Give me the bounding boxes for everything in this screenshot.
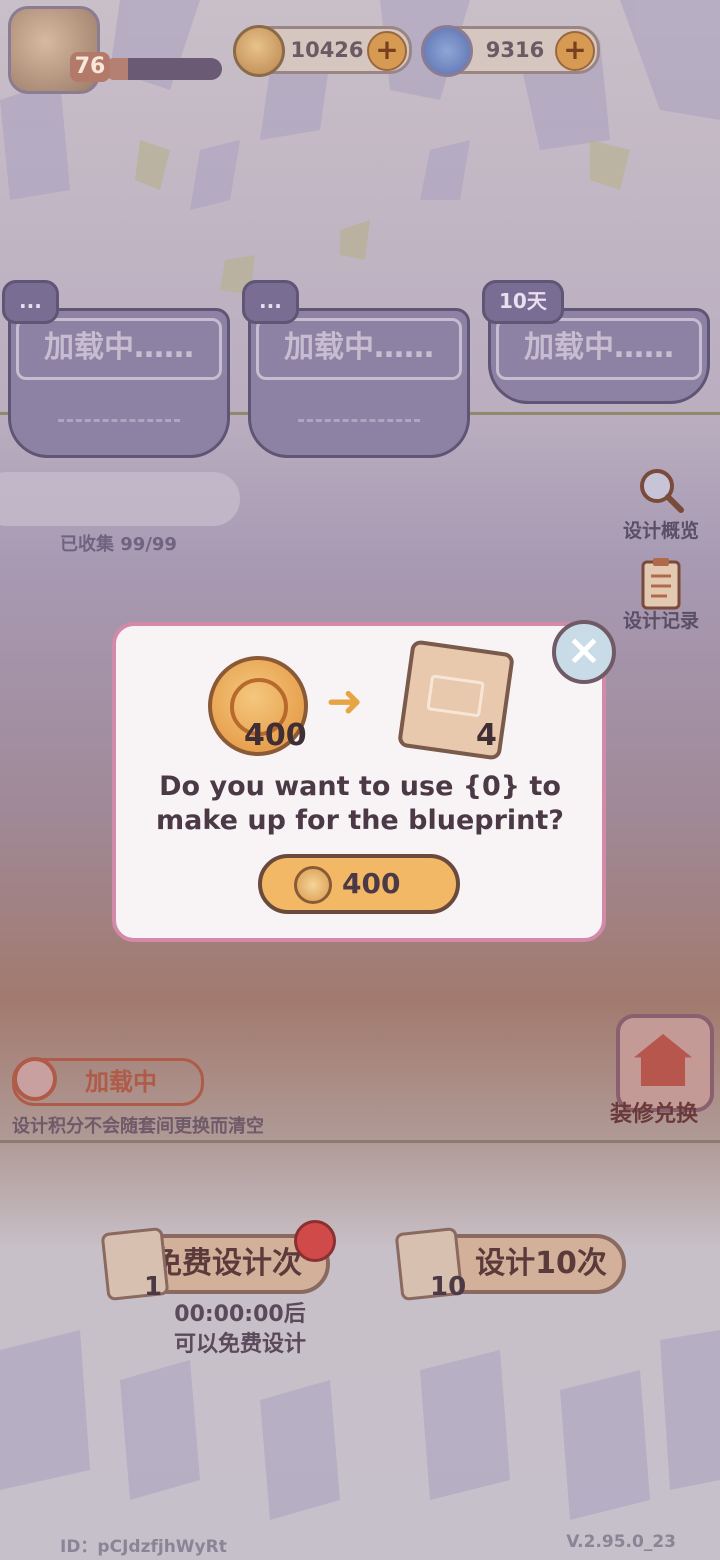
design-overview-label: 设计概览 [622, 520, 699, 542]
shelf-line [0, 1140, 720, 1143]
loading-label: 加载中 [85, 1068, 157, 1096]
gem-amount: 9316 [485, 38, 545, 62]
design-slot-3[interactable]: 加载中…… 10天 [482, 280, 710, 404]
close-dialog-button[interactable]: × [552, 620, 616, 684]
slot-tag: ... [242, 280, 299, 324]
timer-caption: 可以免费设计 [173, 1332, 306, 1357]
slot-tag: ... [2, 280, 59, 324]
slot-decoration [298, 419, 420, 434]
points-note: 设计积分不会随套间更换而清空 [12, 1116, 264, 1137]
slot-tag: 10天 [482, 280, 564, 324]
timer-countdown: 00:00:00后 [174, 1302, 306, 1327]
version-label: V.2.95.0_23 [566, 1532, 676, 1552]
slot-status: 加载中…… [16, 318, 222, 380]
design-slot-2[interactable]: 加载中…… ... [242, 280, 470, 458]
clipboard-icon [637, 556, 685, 610]
dialog-question: Do you want to use {0} to make up for th… [156, 771, 564, 836]
blueprint-amount: 4 [476, 718, 497, 753]
design-overview-button[interactable]: 设计概览 [606, 466, 716, 543]
confirm-buy-button[interactable]: 400 [258, 854, 460, 914]
player-level: 76 [70, 52, 110, 82]
design-ten-count: 10 [430, 1272, 467, 1302]
slot-status: 加载中…… [256, 318, 462, 380]
cost-amount: 400 [244, 718, 307, 753]
player-id: ID：pCJdzfjhWyRt [60, 1537, 227, 1557]
clock-icon [13, 1057, 57, 1101]
gem-counter: 9316 + [421, 25, 600, 77]
house-paint-icon [634, 1034, 692, 1086]
add-coins-button[interactable]: + [367, 31, 407, 71]
coin-icon [294, 866, 332, 904]
design-ten-label: 设计10次 [475, 1246, 607, 1281]
renovation-exchange-label: 装修兑换 [610, 1102, 699, 1127]
coin-icon [233, 25, 285, 77]
slot-status: 加载中…… [496, 318, 702, 380]
buy-price: 400 [342, 867, 401, 900]
add-gems-button[interactable]: + [555, 31, 595, 71]
design-records-button[interactable]: 设计记录 [606, 556, 716, 633]
points-loading-pill: 加载中 [12, 1057, 204, 1106]
arrow-right-icon: ➜ [326, 676, 363, 727]
design-records-label: 设计记录 [622, 610, 699, 632]
blueprint-scroll-icon [396, 639, 516, 761]
design-slot-1[interactable]: 加载中…… ... [2, 280, 230, 458]
collection-pill [0, 472, 240, 526]
coin-counter: 10426 + [233, 25, 412, 77]
magnifier-icon [637, 466, 685, 514]
free-design-timer: 00:00:00后 可以免费设计 [130, 1300, 350, 1360]
swirl-currency-icon [421, 25, 473, 77]
coin-amount: 10426 [290, 38, 364, 62]
notification-dot [294, 1220, 336, 1262]
xp-bar [104, 58, 222, 80]
collected-count: 已收集 99/99 [60, 534, 177, 555]
slot-decoration [58, 419, 180, 434]
free-design-count: 1 [144, 1272, 163, 1302]
